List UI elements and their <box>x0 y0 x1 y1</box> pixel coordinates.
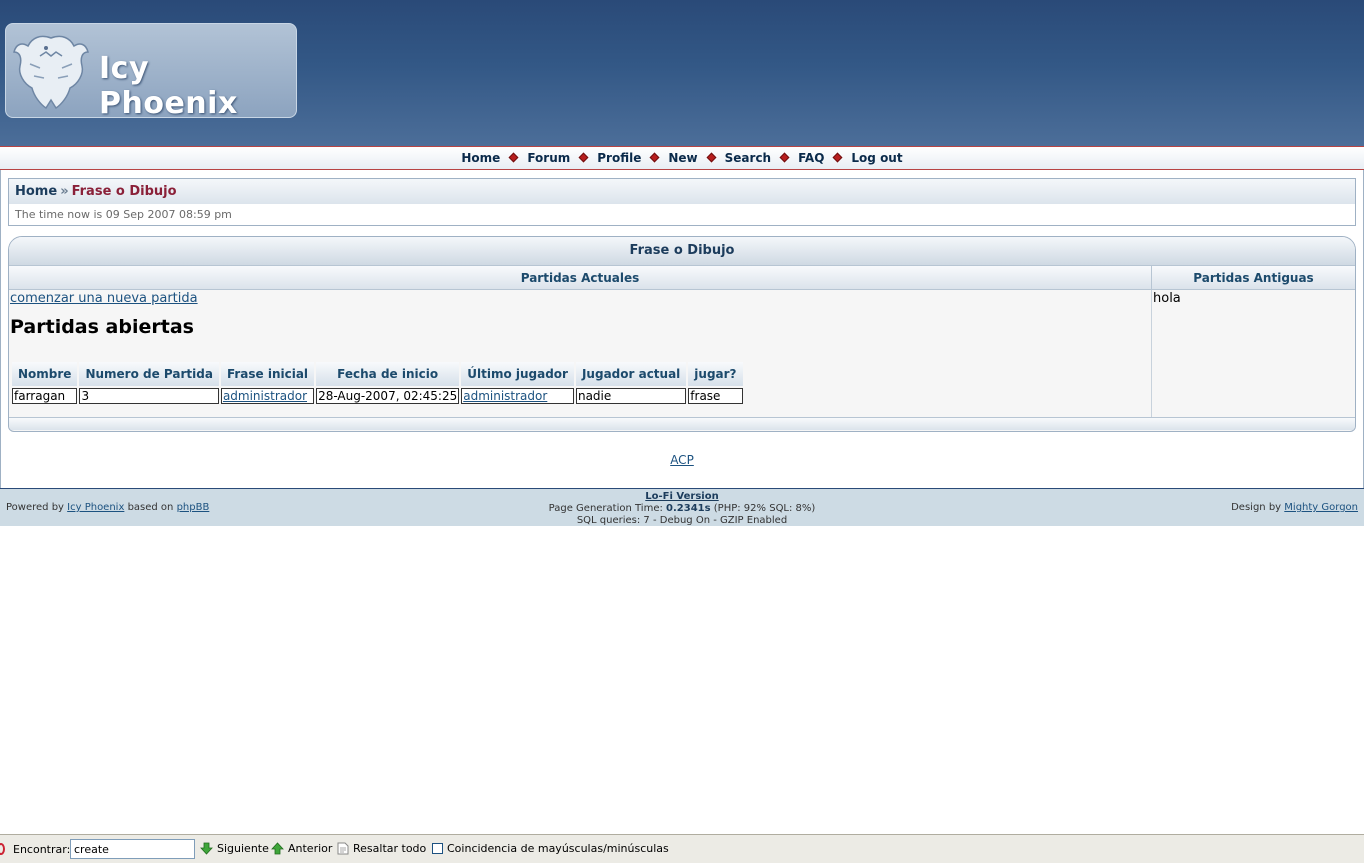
find-bar: Encontrar: Siguiente Anterior Resaltar t… <box>0 834 1364 863</box>
current-time-text: The time now is 09 Sep 2007 08:59 pm <box>15 208 232 221</box>
breadcrumb-separator: » <box>60 184 69 199</box>
find-previous-button[interactable]: Anterior <box>271 842 332 855</box>
lofi-version-link[interactable]: Lo-Fi Version <box>645 491 718 502</box>
cell-ultimo-jugador: administrador <box>461 388 574 404</box>
panel-footer <box>9 418 1355 430</box>
highlight-all-label: Resaltar todo <box>353 842 427 855</box>
cell-frase-inicial: administrador <box>220 388 315 404</box>
phoenix-bird-icon <box>13 35 89 110</box>
current-games-cell: comenzar una nueva partida Partidas abie… <box>9 290 1152 417</box>
find-next-button[interactable]: Siguiente <box>200 842 269 855</box>
find-next-label: Siguiente <box>217 842 269 855</box>
main-navigation: Home Forum Profile New Search FAQ Log out <box>0 146 1364 170</box>
user-link[interactable]: administrador <box>223 389 307 403</box>
column-header-fecha-inicio: Fecha de inicio <box>316 362 460 386</box>
cell-jugar: frase <box>688 388 743 404</box>
column-header-ultimo-jugador: Último jugador <box>461 362 574 386</box>
column-header-jugar: jugar? <box>688 362 743 386</box>
breadcrumb-trail: Home» Frase o Dibujo <box>9 179 1355 204</box>
column-header-current-games: Partidas Actuales <box>9 266 1152 289</box>
breadcrumb-home-link[interactable]: Home <box>15 184 57 199</box>
page-stats: Lo-Fi Version Page Generation Time: 0.23… <box>0 491 1364 527</box>
match-case-label: Coincidencia de mayúsculas/minúsculas <box>447 842 669 855</box>
site-footer: Powered by Icy Phoenix based on phpBB Lo… <box>0 488 1364 526</box>
gen-time-value: 0.2341s <box>666 503 711 514</box>
table-row: farragan 3 administrador 28-Aug-2007, 02… <box>12 388 743 404</box>
nav-forum[interactable]: Forum <box>527 151 570 165</box>
arrow-down-icon <box>200 842 213 855</box>
highlight-all-button[interactable]: Resaltar todo <box>337 842 426 855</box>
nav-new[interactable]: New <box>668 151 697 165</box>
close-icon[interactable] <box>0 843 5 855</box>
breadcrumb: Home» Frase o Dibujo The time now is 09 S… <box>8 178 1356 226</box>
cell-fecha-inicio: 28-Aug-2007, 02:45:25 <box>316 388 460 404</box>
breadcrumb-current: Frase o Dibujo <box>71 184 177 199</box>
site-logo[interactable]: Icy Phoenix <box>5 23 297 121</box>
column-header-jugador-actual: Jugador actual <box>575 362 687 386</box>
column-header-numero: Numero de Partida <box>79 362 219 386</box>
new-game-link[interactable]: comenzar una nueva partida <box>10 291 198 306</box>
find-input[interactable] <box>70 839 195 859</box>
find-previous-label: Anterior <box>288 842 333 855</box>
gen-time-label: Page Generation Time: <box>548 503 663 514</box>
logo-text: Icy Phoenix <box>99 51 238 121</box>
cell-jugador-actual: nadie <box>575 388 687 404</box>
diamond-separator-icon <box>649 152 660 163</box>
table-header-row: Nombre Numero de Partida Frase inicial F… <box>12 362 743 386</box>
gen-time-breakdown: (PHP: 92% SQL: 8%) <box>713 503 816 514</box>
cell-nombre: farragan <box>12 388 78 404</box>
game-panel: Frase o Dibujo Partidas Actuales Partida… <box>8 236 1356 432</box>
match-case-option[interactable]: Coincidencia de mayúsculas/minúsculas <box>432 842 669 855</box>
nav-profile[interactable]: Profile <box>597 151 641 165</box>
acp-link-wrap: ACP <box>0 453 1364 467</box>
user-link[interactable]: administrador <box>463 389 547 403</box>
open-games-heading: Partidas abiertas <box>10 316 194 338</box>
nav-search[interactable]: Search <box>725 151 771 165</box>
nav-home[interactable]: Home <box>461 151 500 165</box>
column-header-old-games: Partidas Antiguas <box>1152 266 1355 289</box>
site-header: Icy Phoenix <box>0 0 1364 146</box>
diamond-separator-icon <box>832 152 843 163</box>
document-icon <box>337 842 349 855</box>
column-header-nombre: Nombre <box>12 362 78 386</box>
panel-body: comenzar una nueva partida Partidas abie… <box>9 290 1355 418</box>
nav-logout[interactable]: Log out <box>851 151 902 165</box>
match-case-checkbox[interactable] <box>432 843 443 854</box>
nav-faq[interactable]: FAQ <box>798 151 824 165</box>
acp-link[interactable]: ACP <box>670 453 694 467</box>
panel-title: Frase o Dibujo <box>9 237 1355 266</box>
column-header-frase-inicial: Frase inicial <box>220 362 315 386</box>
panel-column-headers: Partidas Actuales Partidas Antiguas <box>9 266 1355 290</box>
open-games-table: Nombre Numero de Partida Frase inicial F… <box>10 360 745 406</box>
diamond-separator-icon <box>578 152 589 163</box>
old-games-cell: hola <box>1153 291 1181 306</box>
diamond-separator-icon <box>706 152 717 163</box>
cell-numero: 3 <box>79 388 219 404</box>
diamond-separator-icon <box>779 152 790 163</box>
design-by-text: Design by <box>1231 502 1282 513</box>
diamond-separator-icon <box>508 152 519 163</box>
mighty-gorgon-link[interactable]: Mighty Gorgon <box>1284 502 1358 513</box>
design-credit: Design by Mighty Gorgon <box>1231 502 1358 513</box>
sql-queries-text: SQL queries: 7 - Debug On - GZIP Enabled <box>576 515 788 526</box>
find-label: Encontrar: <box>13 843 71 856</box>
arrow-up-icon <box>271 842 284 855</box>
